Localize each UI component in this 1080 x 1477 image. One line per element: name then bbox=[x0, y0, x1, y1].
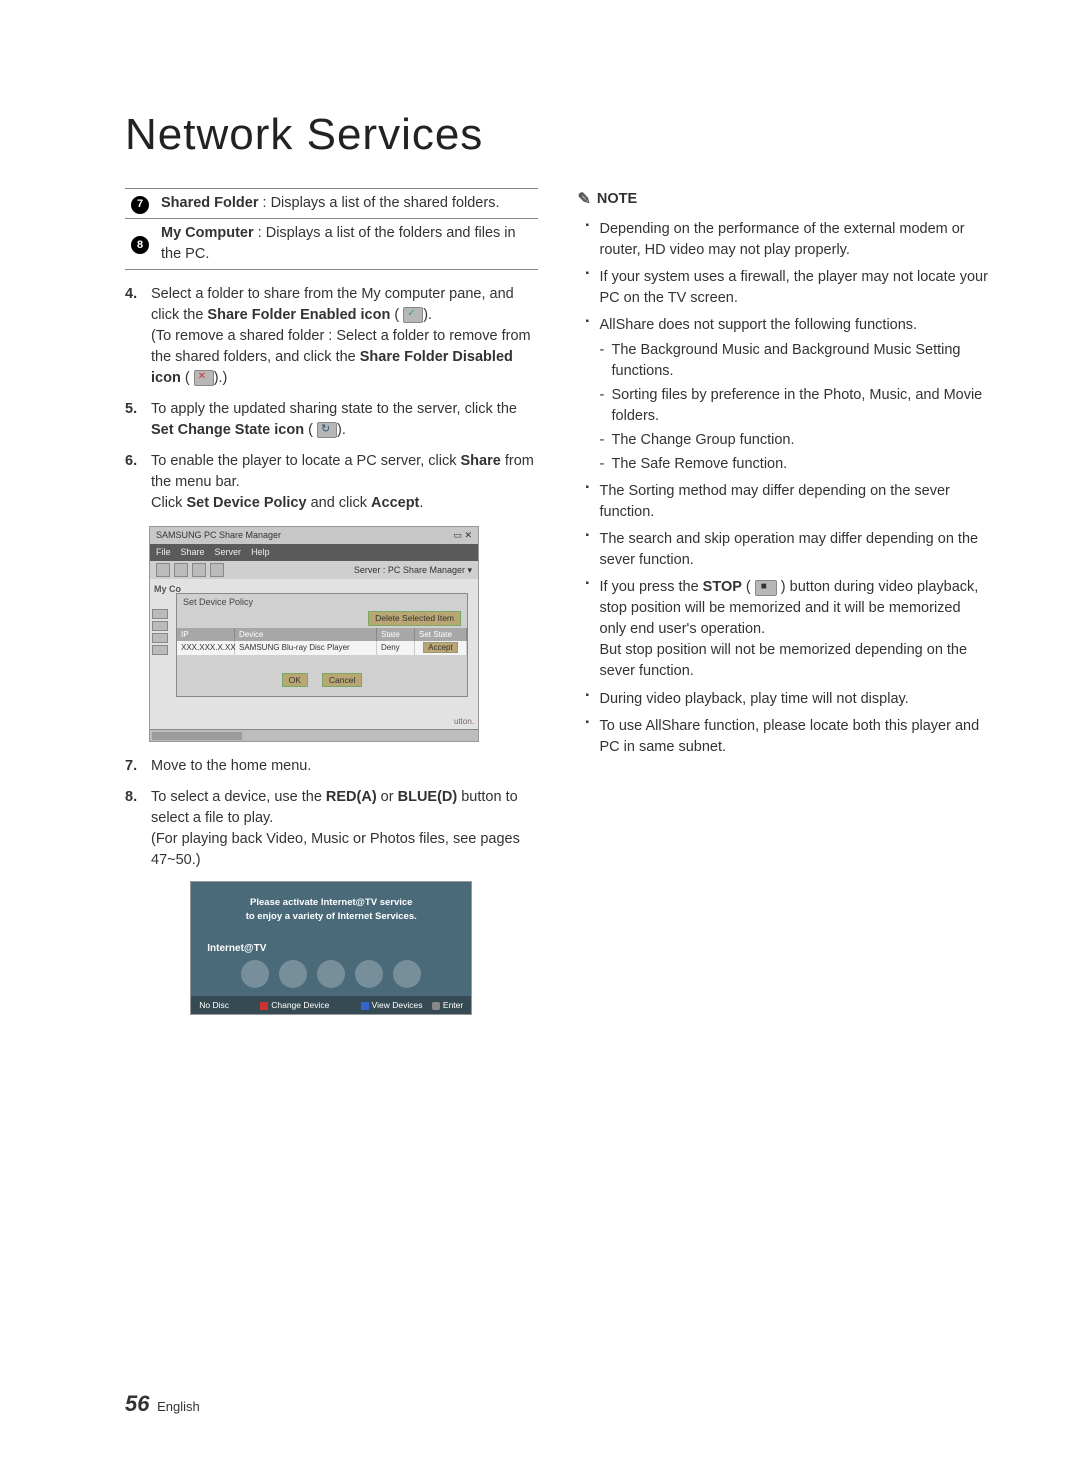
scrollbar[interactable] bbox=[150, 729, 478, 741]
hint-view-devices: View Devices bbox=[361, 1000, 423, 1010]
window-controls[interactable]: ▭ ✕ bbox=[453, 529, 472, 542]
device-row[interactable]: XXX.XXX.X.XX SAMSUNG Blu-ray Disc Player… bbox=[177, 641, 467, 655]
page-footer: 56 English bbox=[125, 1391, 200, 1417]
toolbar-icon[interactable] bbox=[192, 563, 206, 577]
menu-orb-icon[interactable] bbox=[317, 960, 345, 988]
toolbar-icon[interactable] bbox=[174, 563, 188, 577]
server-label[interactable]: Server : PC Share Manager ▾ bbox=[354, 564, 472, 577]
note-item: During video playback, play time will no… bbox=[586, 689, 991, 710]
toolbar-icon[interactable] bbox=[210, 563, 224, 577]
note-icon: ✎ bbox=[578, 188, 591, 211]
col-state: State bbox=[377, 628, 415, 642]
col-set-state: Set State bbox=[415, 628, 467, 642]
dialog-title: Set Device Policy bbox=[177, 594, 467, 611]
menu-orb-icon[interactable] bbox=[355, 960, 383, 988]
disc-status: No Disc bbox=[199, 999, 229, 1011]
cropped-text: utton. bbox=[454, 716, 474, 728]
window-title: SAMSUNG PC Share Manager bbox=[156, 529, 281, 542]
tree-node[interactable] bbox=[152, 621, 168, 631]
note-sub-item: The Background Music and Background Musi… bbox=[600, 340, 991, 382]
menu-orb-icon[interactable] bbox=[241, 960, 269, 988]
def-row-7: 7 Shared Folder : Displays a list of the… bbox=[125, 189, 538, 219]
note-item: The search and skip operation may differ… bbox=[586, 529, 991, 571]
menu-server[interactable]: Server bbox=[215, 546, 242, 559]
step-5: 5. To apply the updated sharing state to… bbox=[125, 399, 538, 441]
menu-bar[interactable]: File Share Server Help bbox=[150, 544, 478, 561]
def-row-8: 8 My Computer : Displays a list of the f… bbox=[125, 219, 538, 270]
internet-tv-screenshot: Please activate Internet@TV service to e… bbox=[190, 881, 472, 1015]
hint-change-device: Change Device bbox=[260, 999, 329, 1011]
page-language: English bbox=[157, 1399, 200, 1414]
note-list: Depending on the performance of the exte… bbox=[578, 219, 991, 757]
share-folder-enabled-icon bbox=[403, 307, 423, 323]
step-6: 6. To enable the player to locate a PC s… bbox=[125, 451, 538, 514]
hint-enter: Enter bbox=[432, 1000, 463, 1010]
pc-share-manager-screenshot: SAMSUNG PC Share Manager ▭ ✕ File Share … bbox=[149, 526, 479, 742]
col-ip: IP bbox=[177, 628, 235, 642]
note-item: Depending on the performance of the exte… bbox=[586, 219, 991, 261]
step-8: 8. To select a device, use the RED(A) or… bbox=[125, 787, 538, 871]
note-sub-item: Sorting files by preference in the Photo… bbox=[600, 385, 991, 427]
col-device: Device bbox=[235, 628, 377, 642]
toolbar-icon[interactable] bbox=[156, 563, 170, 577]
note-item: To use AllShare function, please locate … bbox=[586, 716, 991, 758]
accept-button[interactable]: Accept bbox=[423, 642, 457, 653]
num-badge-8: 8 bbox=[131, 236, 149, 254]
note-item: AllShare does not support the following … bbox=[586, 315, 991, 475]
set-device-policy-dialog: Set Device Policy Delete Selected Item I… bbox=[176, 593, 468, 697]
note-sub-item: The Change Group function. bbox=[600, 430, 991, 451]
banner-line1: Please activate Internet@TV service bbox=[201, 896, 461, 910]
menu-share[interactable]: Share bbox=[181, 546, 205, 559]
definitions-table: 7 Shared Folder : Displays a list of the… bbox=[125, 188, 538, 270]
note-item: If you press the STOP ( ) button during … bbox=[586, 577, 991, 682]
menu-help[interactable]: Help bbox=[251, 546, 270, 559]
banner-line2: to enjoy a variety of Internet Services. bbox=[201, 910, 461, 924]
tree-node[interactable] bbox=[152, 633, 168, 643]
note-heading: NOTE bbox=[597, 189, 637, 210]
menu-file[interactable]: File bbox=[156, 546, 171, 559]
page-title: Network Services bbox=[125, 110, 990, 160]
tree-node[interactable] bbox=[152, 645, 168, 655]
set-change-state-icon bbox=[317, 422, 337, 438]
tree-node[interactable] bbox=[152, 609, 168, 619]
menu-orb-icon[interactable] bbox=[393, 960, 421, 988]
delete-selected-button[interactable]: Delete Selected Item bbox=[368, 611, 461, 625]
note-sub-item: The Safe Remove function. bbox=[600, 454, 991, 475]
num-badge-7: 7 bbox=[131, 196, 149, 214]
note-item: The Sorting method may differ depending … bbox=[586, 481, 991, 523]
ok-button[interactable]: OK bbox=[282, 673, 308, 687]
stop-button-icon bbox=[755, 580, 777, 596]
internet-tv-label: Internet@TV bbox=[207, 942, 266, 957]
step-7: 7. Move to the home menu. bbox=[125, 756, 538, 777]
step-4: 4. Select a folder to share from the My … bbox=[125, 284, 538, 389]
share-folder-disabled-icon bbox=[194, 370, 214, 386]
cancel-button[interactable]: Cancel bbox=[322, 673, 362, 687]
menu-orb-icon[interactable] bbox=[279, 960, 307, 988]
page-number: 56 bbox=[125, 1391, 149, 1416]
note-item: If your system uses a firewall, the play… bbox=[586, 267, 991, 309]
